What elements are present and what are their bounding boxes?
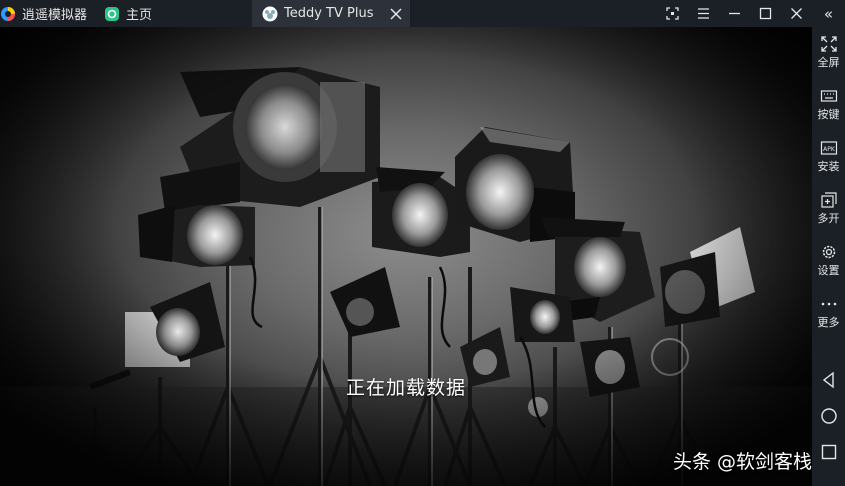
maximize-icon [759,7,772,20]
collapse-sidebar-button[interactable]: « [812,0,845,27]
screenshot-button[interactable] [657,0,688,27]
watermark: 头条 @软剑客栈 [672,451,812,473]
teddy-app-icon [262,6,278,21]
sidebar-item-label: 更多 [817,316,840,329]
recents-icon[interactable] [820,443,838,461]
brand-tab[interactable]: 逍遥模拟器 [0,0,92,27]
sidebar-item-install[interactable]: APK 安装 [812,131,845,181]
minimize-icon [729,12,740,15]
sidebar-item-fullscreen[interactable]: 全屏 [812,27,845,77]
keyboard-icon [820,90,837,102]
back-icon[interactable] [820,371,838,389]
emulator-sidebar: 全屏 按键 APK 安装 多开 设置 更多 [812,27,845,486]
tab-home[interactable]: 主页 [104,0,224,27]
sidebar-item-label: 全屏 [817,56,840,69]
brand-label: 逍遥模拟器 [22,8,88,23]
multi-open-icon [820,192,837,208]
home-tab-label: 主页 [126,8,153,23]
close-button[interactable] [781,0,812,27]
memu-logo-icon [1,6,15,21]
close-icon [791,8,802,19]
sidebar-item-label: 安装 [817,160,840,173]
more-icon [821,302,836,306]
tab-teddy-tv-plus[interactable]: Teddy TV Plus [252,0,410,27]
collapse-icon: « [823,4,834,23]
fullscreen-icon [820,36,837,52]
loading-text: 正在加载数据 [345,377,466,399]
sidebar-item-label: 按键 [817,108,840,121]
screenshot-icon [666,7,679,20]
home-icon[interactable] [820,407,838,425]
close-tab-icon[interactable] [390,7,402,20]
sidebar-item-keymap[interactable]: 按键 [812,79,845,129]
emulator-screen[interactable]: 正在加载数据 头条 @软剑客栈 [0,27,812,486]
sidebar-item-settings[interactable]: 设置 [812,235,845,285]
svg-text:APK: APK [823,146,836,153]
sidebar-item-multi-open[interactable]: 多开 [812,183,845,233]
apk-icon: APK [820,141,837,155]
home-tab-icon [105,6,119,21]
menu-button[interactable] [688,0,719,27]
menu-icon [698,8,709,19]
minimize-button[interactable] [719,0,750,27]
studio-lights-splash-image [0,27,812,486]
title-bar: 逍遥模拟器 主页 Teddy TV Plus « [0,0,845,27]
maximize-button[interactable] [750,0,781,27]
active-tab-label: Teddy TV Plus [284,6,374,21]
sidebar-item-label: 多开 [817,212,840,225]
gear-icon [822,245,835,259]
sidebar-item-more[interactable]: 更多 [812,287,845,337]
sidebar-item-label: 设置 [817,264,840,277]
window-controls: « [657,0,845,27]
